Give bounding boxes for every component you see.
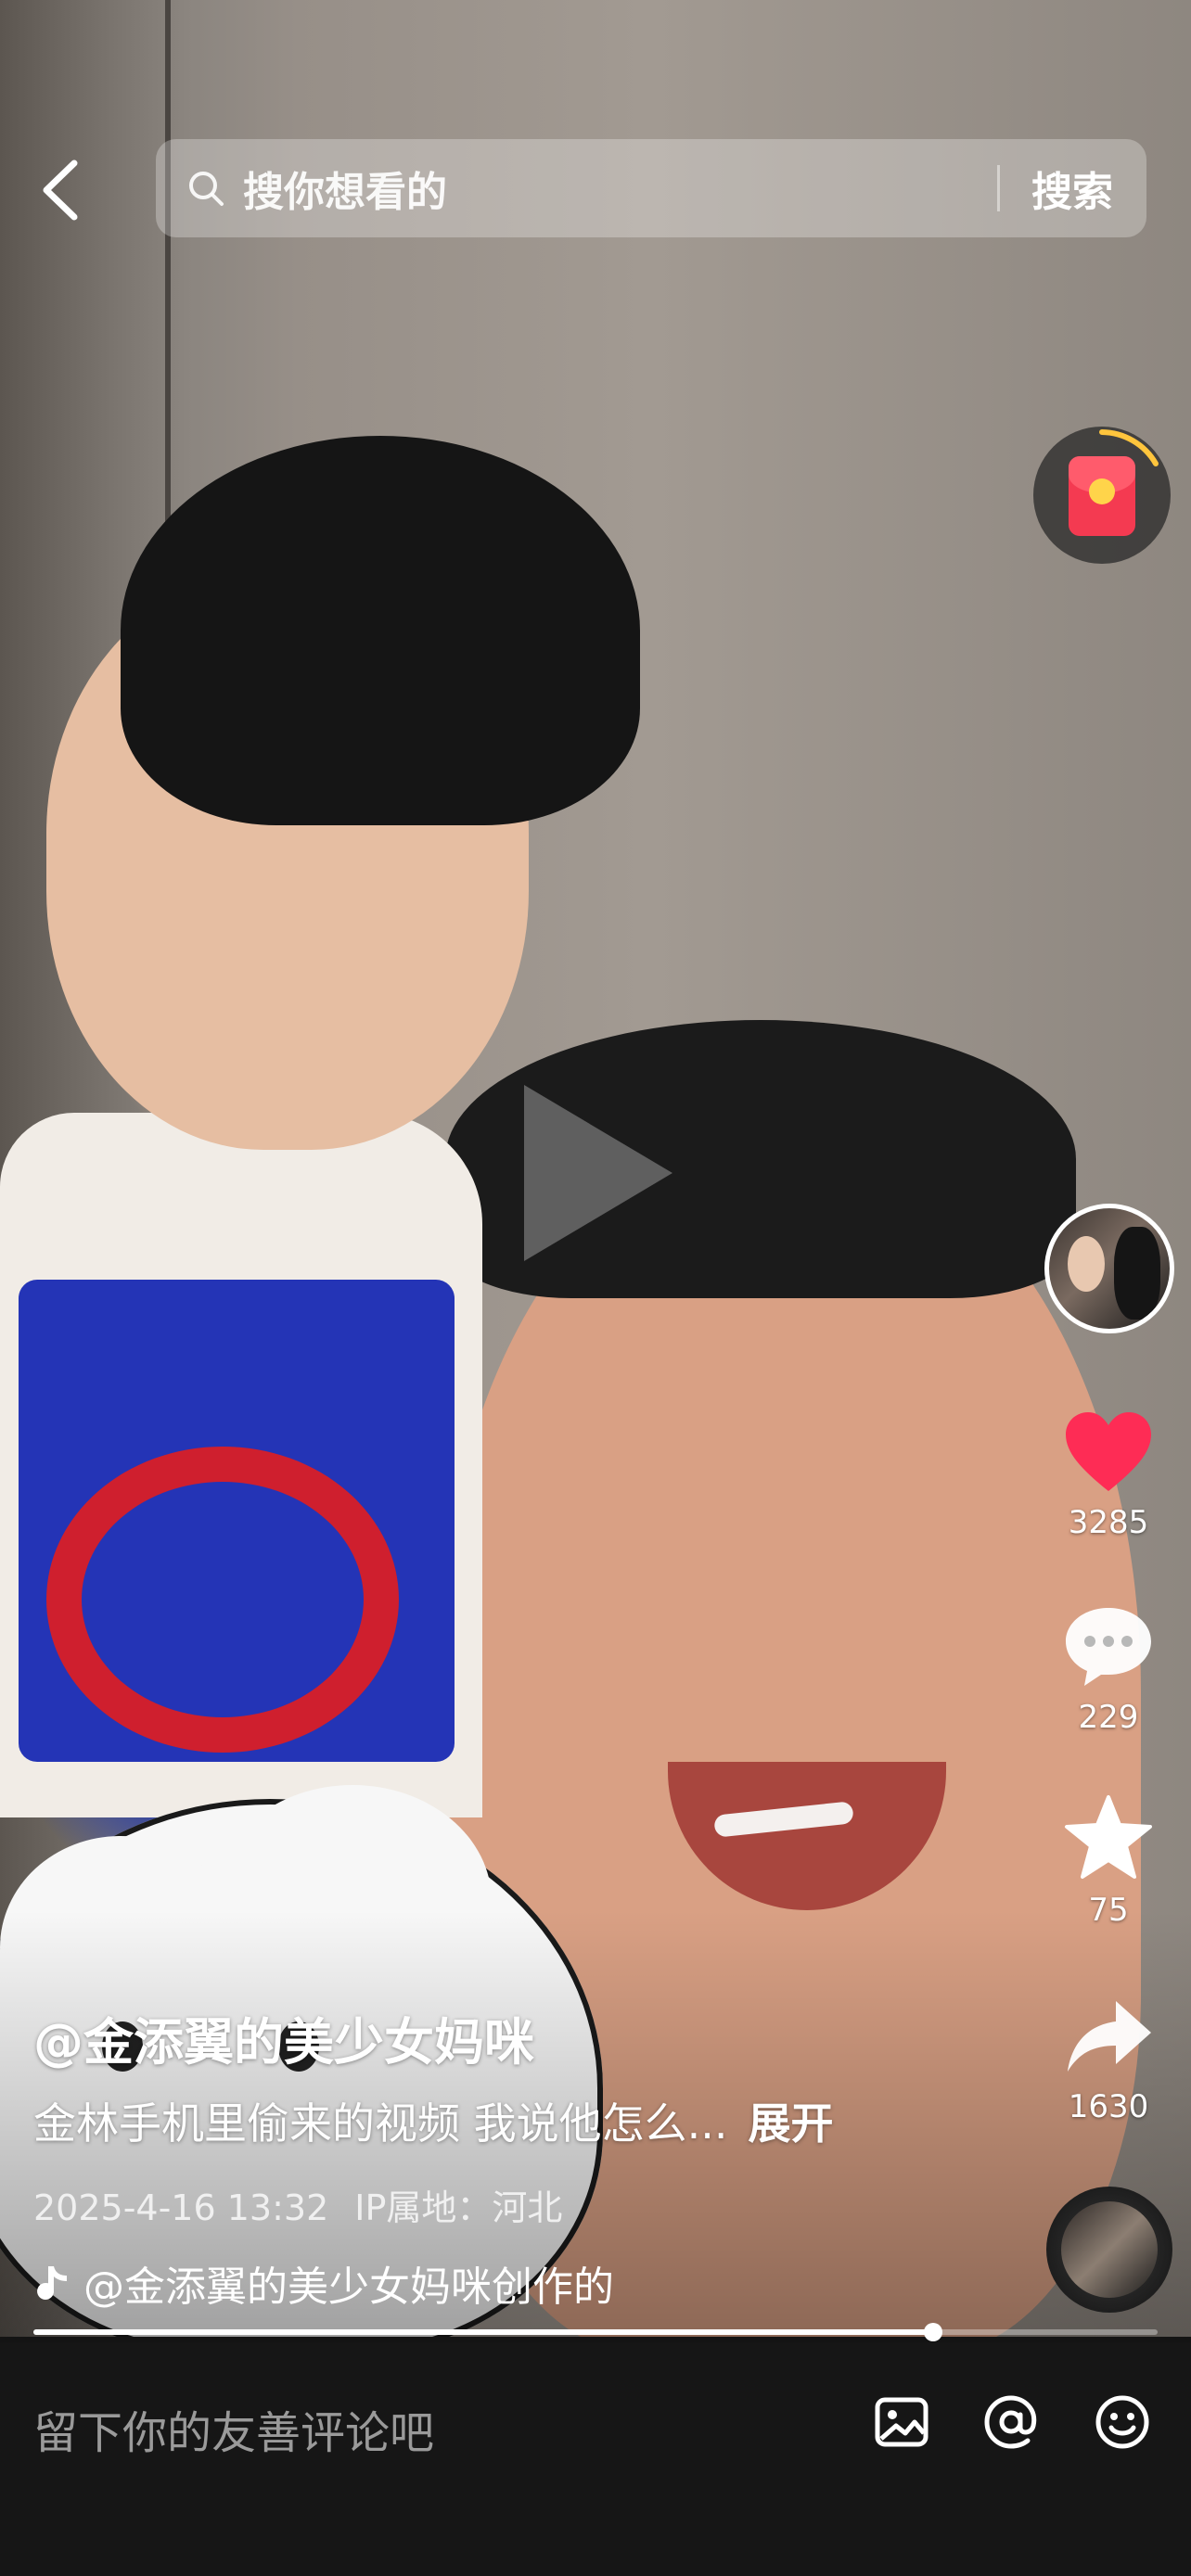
favorite-count: 75 — [1088, 1892, 1129, 1929]
mention-button[interactable] — [981, 2392, 1041, 2452]
search-input[interactable]: 搜你想看的 — [243, 159, 997, 218]
image-picker-button[interactable] — [872, 2392, 931, 2452]
avatar-photo-child — [1068, 1236, 1105, 1292]
video-player[interactable] — [0, 0, 1191, 2337]
ip-location: IP属地：河北 — [354, 2187, 563, 2228]
like-button[interactable]: 3285 — [1048, 1409, 1169, 1541]
play-icon[interactable] — [524, 1085, 672, 1261]
like-count: 3285 — [1068, 1504, 1149, 1541]
author-name[interactable]: @金添翼的美少女妈咪 — [33, 2001, 534, 2074]
child-hair — [121, 436, 640, 825]
coin-icon — [1089, 478, 1115, 504]
video-progress-bar[interactable] — [33, 2323, 1158, 2341]
music-text: @金添翼的美少女妈咪创作的 — [83, 2264, 614, 2311]
comment-input[interactable]: 留下你的友善评论吧 — [33, 2396, 434, 2461]
chevron-left-icon — [43, 159, 78, 221]
search-icon — [189, 172, 224, 206]
search-divider — [997, 165, 1000, 211]
search-button[interactable]: 搜索 — [1031, 159, 1113, 218]
shirt-logo — [46, 1447, 399, 1753]
music-note-icon — [37, 2266, 67, 2300]
post-meta: 2025-4-16 13:32 IP属地：河北 — [33, 2179, 562, 2230]
share-arrow-icon — [1068, 2001, 1151, 2072]
progress-knob[interactable] — [923, 2323, 942, 2341]
back-button[interactable] — [33, 156, 93, 224]
progress-fill — [33, 2329, 933, 2335]
image-icon — [875, 2397, 928, 2447]
star-icon — [1065, 1795, 1152, 1879]
post-datetime: 2025-4-16 13:32 — [33, 2187, 329, 2228]
avatar-photo-woman — [1114, 1227, 1160, 1320]
music-disc[interactable] — [1046, 2187, 1172, 2313]
favorite-button[interactable]: 75 — [1048, 1793, 1169, 1929]
comment-button[interactable]: 229 — [1048, 1602, 1169, 1736]
search-bar[interactable]: 搜你想看的 搜索 — [156, 139, 1146, 237]
comment-count: 229 — [1078, 1699, 1139, 1736]
comment-icon — [1066, 1608, 1151, 1686]
emoji-button[interactable] — [1093, 2392, 1152, 2452]
at-sign-icon — [984, 2395, 1037, 2449]
caption-text: 金林手机里偷来的视频 我说他怎么... — [33, 2098, 728, 2149]
music-info[interactable]: @金添翼的美少女妈咪创作的 — [33, 2253, 614, 2313]
post-caption: 金林手机里偷来的视频 我说他怎么... 展开 — [33, 2090, 834, 2151]
heart-icon — [1066, 1412, 1151, 1491]
author-avatar[interactable] — [1044, 1204, 1174, 1333]
music-cover — [1061, 2201, 1158, 2298]
share-button[interactable]: 1630 — [1048, 1996, 1169, 2125]
expand-button[interactable]: 展开 — [749, 2098, 834, 2149]
share-count: 1630 — [1068, 2088, 1149, 2125]
emoji-icon — [1095, 2395, 1149, 2449]
